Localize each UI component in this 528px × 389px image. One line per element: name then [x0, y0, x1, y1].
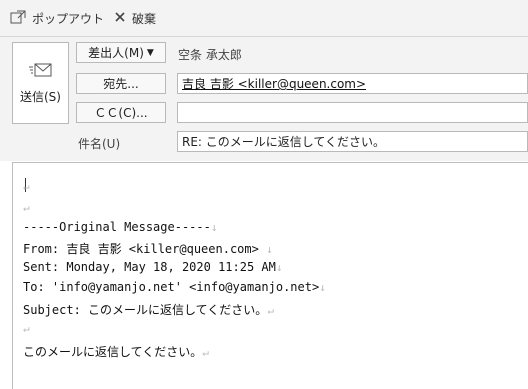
- cc-field[interactable]: [177, 102, 528, 123]
- quoted-to-line: To: 'info@yamanjo.net' <info@yamanjo.net…: [23, 280, 326, 294]
- discard-button[interactable]: 破棄: [114, 10, 156, 27]
- quoted-sent-line: Sent: Monday, May 18, 2020 11:25 AM↓: [23, 260, 283, 274]
- quoted-message-line: このメールに返信してください。↵: [23, 345, 209, 359]
- send-button[interactable]: 送信(S): [12, 42, 69, 124]
- to-field[interactable]: 吉良 吉影 <killer@queen.com>: [177, 73, 528, 94]
- subject-field[interactable]: RE: このメールに返信してください。: [177, 131, 528, 152]
- quoted-from-line: From: 吉良 吉影 <killer@queen.com> ↓: [23, 242, 273, 256]
- message-body[interactable]: ↵ ↵ -----Original Message-----↓ From: 吉良…: [12, 162, 528, 389]
- to-button-label: 宛先...: [103, 77, 139, 91]
- quoted-subject-line: Subject: このメールに返信してください。↵: [23, 303, 274, 317]
- chevron-down-icon: ▼: [146, 47, 154, 58]
- body-line-empty-2: ↵: [23, 201, 30, 214]
- send-label: 送信(S): [20, 90, 61, 104]
- from-value: 空条 承太郎: [178, 48, 242, 62]
- compose-toolbar: ポップアウト 破棄: [0, 0, 528, 37]
- body-line-empty-3: ↵: [23, 322, 30, 335]
- original-message-line: -----Original Message-----↓: [23, 220, 218, 234]
- popout-label: ポップアウト: [32, 11, 105, 26]
- popout-icon: [10, 10, 26, 27]
- body-line-empty-1: ↵: [23, 180, 30, 193]
- from-button-label: 差出人(M): [88, 46, 144, 60]
- discard-label: 破棄: [132, 11, 157, 26]
- to-button[interactable]: 宛先...: [76, 73, 166, 94]
- send-mail-icon: [28, 61, 53, 82]
- cc-button[interactable]: ＣＣ(C)...: [76, 102, 166, 123]
- from-button[interactable]: 差出人(M) ▼: [76, 42, 166, 63]
- close-icon: [114, 11, 126, 26]
- popout-button[interactable]: ポップアウト: [10, 10, 104, 27]
- message-header: 送信(S) 差出人(M) ▼ 空条 承太郎 宛先... 吉良 吉影 <kille…: [0, 37, 528, 161]
- cc-button-label: ＣＣ(C)...: [94, 106, 148, 120]
- to-recipient[interactable]: 吉良 吉影 <killer@queen.com>: [182, 75, 366, 92]
- subject-label: 件名(U): [78, 137, 121, 151]
- subject-value: RE: このメールに返信してください。: [182, 135, 386, 149]
